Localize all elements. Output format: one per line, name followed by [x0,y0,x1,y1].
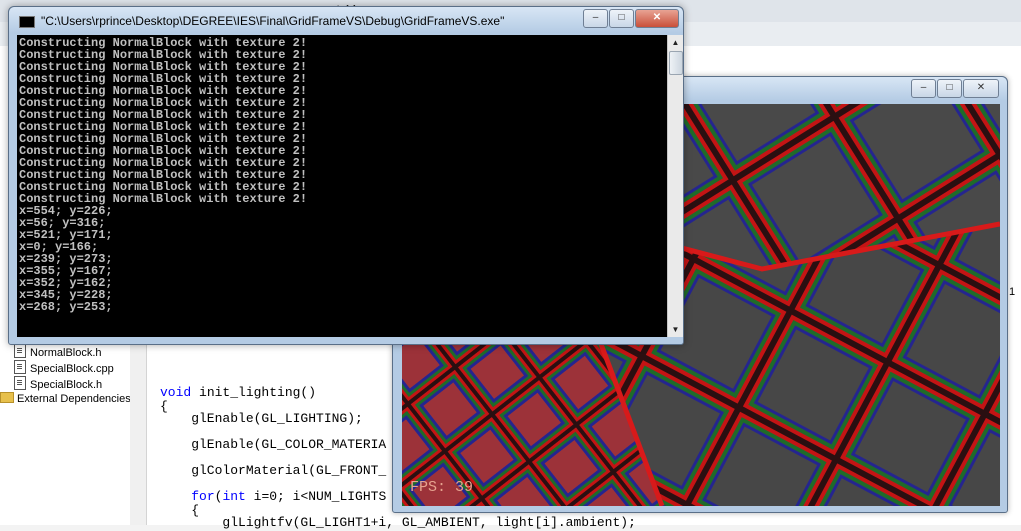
console-line: x=268; y=253; [19,300,113,314]
console-scrollbar[interactable]: ▲ ▼ [667,35,683,337]
code-line: glLightfv(GL_LIGHT1+i, GL_AMBIENT, light… [160,515,636,530]
folder-icon [0,392,14,403]
editor-side-label: 1 [1009,286,1016,298]
code-line: glEnable(GL_COLOR_MATERIA [160,437,387,452]
maximize-button[interactable]: □ [937,79,962,98]
scroll-down-arrow-icon[interactable]: ▼ [668,322,683,337]
console-lines: Constructing NormalBlock with texture 2!… [19,37,307,313]
minimize-button[interactable]: – [583,9,608,28]
tree-item-label: SpecialBlock.h [30,379,103,391]
tree-item-label: SpecialBlock.cpp [30,363,114,375]
minimize-button[interactable]: – [911,79,936,98]
code-line: void init_lighting() [160,385,317,400]
tree-item-label: External Dependencies [17,393,131,405]
maximize-button[interactable]: □ [609,9,634,28]
tree-item-normalblock-h[interactable]: NormalBlock.h [14,344,102,359]
close-button[interactable]: ✕ [635,9,679,28]
header-file-icon [14,376,26,390]
tree-item-specialblock-h[interactable]: SpecialBlock.h [14,376,102,391]
tree-item-external-dependencies[interactable]: External Dependencies [0,392,131,407]
console-app-icon [19,16,35,28]
console-titlebar[interactable]: "C:\Users\rprince\Desktop\DEGREE\IES\Fin… [9,7,683,33]
code-line: glEnable(GL_LIGHTING); [160,411,363,426]
fps-counter: FPS: 39 [410,479,474,496]
close-button[interactable]: ✕ [963,79,999,98]
tree-item-specialblock-cpp[interactable]: SpecialBlock.cpp [14,360,114,375]
code-line: glColorMaterial(GL_FRONT_ [160,463,387,478]
scroll-up-arrow-icon[interactable]: ▲ [668,35,683,50]
header-file-icon [14,344,26,358]
console-output[interactable]: Constructing NormalBlock with texture 2!… [17,35,667,337]
console-window[interactable]: "C:\Users\rprince\Desktop\DEGREE\IES\Fin… [8,6,684,345]
tree-item-label: NormalBlock.h [30,347,102,359]
console-title: "C:\Users\rprince\Desktop\DEGREE\IES\Fin… [41,14,505,28]
scroll-thumb[interactable] [669,51,683,75]
source-file-icon [14,360,26,374]
